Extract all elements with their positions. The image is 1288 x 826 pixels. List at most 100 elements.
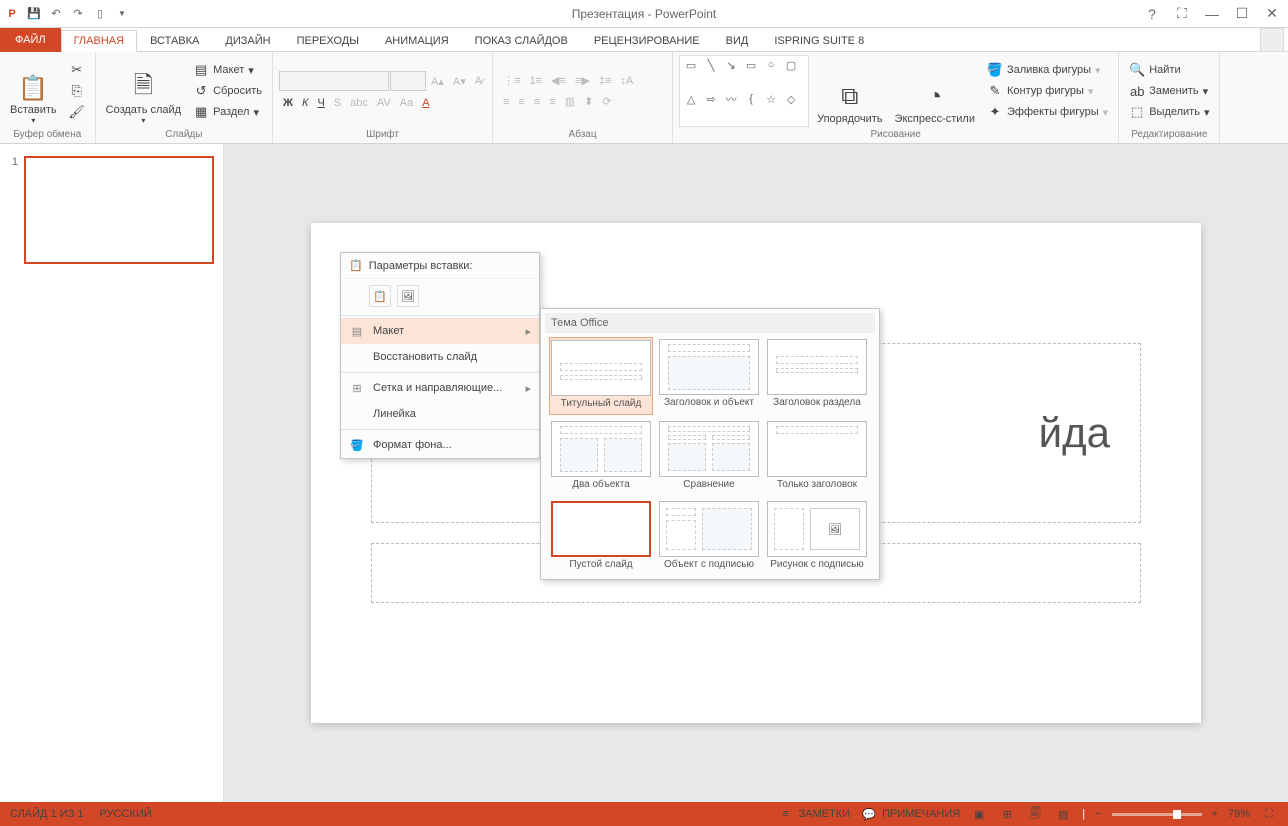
smartart-button[interactable]: ⟳ [598,93,615,110]
shape-callout-icon[interactable]: ◇ [782,92,800,106]
save-icon[interactable]: 💾 [26,6,42,22]
redo-icon[interactable]: ↷ [70,6,86,22]
maximize-icon[interactable]: ☐ [1232,4,1252,24]
layout-section-header[interactable]: Заголовок раздела [765,337,869,415]
shape-triangle-icon[interactable]: △ [682,92,700,106]
tab-review[interactable]: РЕЦЕНЗИРОВАНИЕ [581,30,713,52]
quick-styles-button[interactable]: ◔ Экспресс-стили [891,55,979,127]
layout-comparison[interactable]: Сравнение [657,419,761,495]
strikethrough-button[interactable]: S [330,95,345,111]
restore-slide-menu-item[interactable]: Восстановить слайд [341,344,539,370]
format-painter-button[interactable]: 🖌 [65,102,89,122]
layout-two-content[interactable]: Два объекта [549,419,653,495]
numbering-button[interactable]: 1≡ [526,72,547,89]
shapes-gallery[interactable]: ▭ ╲ ↘ ▭ ○ ▢ △ ⇨ 〰 { ☆ ◇ [679,55,809,127]
shape-rounded-icon[interactable]: ▢ [782,58,800,72]
decrease-font-button[interactable]: A▾ [449,71,470,91]
bold-button[interactable]: Ж [279,95,297,111]
increase-indent-button[interactable]: ≡▶ [571,72,594,89]
layout-content-caption[interactable]: Объект с подписью [657,499,761,575]
sorter-view-icon[interactable]: ⊞ [998,805,1016,823]
tab-file[interactable]: ФАЙЛ [0,28,61,52]
fit-to-window-icon[interactable]: ⛶ [1260,805,1278,823]
decrease-indent-button[interactable]: ◀≡ [547,72,570,89]
qat-dropdown-icon[interactable]: ▼ [114,6,130,22]
layout-button[interactable]: ▤Макет▾ [189,60,266,80]
slideshow-view-icon[interactable]: ▤ [1054,805,1072,823]
tab-view[interactable]: ВИД [713,30,762,52]
shape-textbox-icon[interactable]: ▭ [682,58,700,72]
change-case-button[interactable]: Aa [396,95,417,111]
zoom-slider[interactable] [1112,813,1202,816]
underline-button[interactable]: Ч [313,95,328,111]
find-button[interactable]: 🔍Найти [1125,60,1213,80]
columns-button[interactable]: ▥ [561,93,579,110]
paste-picture-button[interactable]: 🖼 [397,285,419,307]
font-size-combo[interactable] [390,71,426,91]
layout-blank[interactable]: Пустой слайд [549,499,653,575]
shape-oval-icon[interactable]: ○ [762,58,780,72]
new-slide-button[interactable]: 🗎 Создать слайд ▾ [102,55,185,127]
format-background-menu-item[interactable]: 🪣 Формат фона... [341,432,539,458]
layout-title-content[interactable]: Заголовок и объект [657,337,761,415]
layout-title-only[interactable]: Только заголовок [765,419,869,495]
shape-line-icon[interactable]: ╲ [702,58,720,72]
shape-fill-button[interactable]: 🪣Заливка фигуры▾ [983,60,1112,80]
layout-title-slide[interactable]: Титульный слайд [549,337,653,415]
tab-animations[interactable]: АНИМАЦИЯ [372,30,462,52]
tab-insert[interactable]: ВСТАВКА [137,30,212,52]
shadow-button[interactable]: abc [346,95,372,111]
font-color-button[interactable]: A [418,95,433,111]
zoom-level[interactable]: 79% [1228,808,1250,820]
user-avatar[interactable] [1260,28,1284,52]
clear-formatting-button[interactable]: A̷ [471,71,486,91]
slide-indicator[interactable]: СЛАЙД 1 ИЗ 1 [10,808,83,820]
section-button[interactable]: ▦Раздел▾ [189,102,266,122]
tab-home[interactable]: ГЛАВНАЯ [61,30,137,52]
undo-icon[interactable]: ↶ [48,6,64,22]
char-spacing-button[interactable]: AV [373,95,395,111]
shape-curve-icon[interactable]: 〰 [722,92,740,106]
ribbon-display-icon[interactable]: ⛶ [1172,4,1192,24]
copy-button[interactable]: ⎘ [65,81,89,101]
shape-outline-button[interactable]: ✎Контур фигуры▾ [983,81,1112,101]
shape-star-icon[interactable]: ☆ [762,92,780,106]
tab-slideshow[interactable]: ПОКАЗ СЛАЙДОВ [462,30,581,52]
replace-button[interactable]: abЗаменить▾ [1125,81,1213,101]
justify-button[interactable]: ≡ [545,93,559,110]
paste-keep-source-button[interactable]: 📋 [369,285,391,307]
cut-button[interactable]: ✂ [65,60,89,80]
notes-button[interactable]: ≡ЗАМЕТКИ [777,805,851,823]
shape-effects-button[interactable]: ✦Эффекты фигуры▾ [983,102,1112,122]
language-indicator[interactable]: РУССКИЙ [99,808,151,820]
shape-brace-icon[interactable]: { [742,92,760,106]
shape-rarrow-icon[interactable]: ⇨ [702,92,720,106]
shape-rectangle-icon[interactable]: ▭ [742,58,760,72]
layout-picture-caption[interactable]: 🖼 Рисунок с подписью [765,499,869,575]
select-button[interactable]: ⬚Выделить▾ [1125,102,1213,122]
align-text-button[interactable]: ⬍ [580,93,597,110]
arrange-button[interactable]: ⧉ Упорядочить [813,55,886,127]
reset-button[interactable]: ↺Сбросить [189,81,266,101]
layout-menu-item[interactable]: ▤ Макет ▸ [341,318,539,344]
align-right-button[interactable]: ≡ [530,93,544,110]
thumbnail-1[interactable]: 1 [8,156,215,264]
tab-design[interactable]: ДИЗАЙН [212,30,283,52]
zoom-in-button[interactable]: + [1212,808,1218,820]
tab-ispring[interactable]: ISPRING SUITE 8 [761,30,877,52]
align-left-button[interactable]: ≡ [499,93,513,110]
text-direction-button[interactable]: ↕A [616,72,637,89]
normal-view-icon[interactable]: ▣ [970,805,988,823]
line-spacing-button[interactable]: ‡≡ [595,72,616,89]
comments-button[interactable]: 💬ПРИМЕЧАНИЯ [860,805,960,823]
start-from-beginning-icon[interactable]: ▯ [92,6,108,22]
minimize-icon[interactable]: — [1202,4,1222,24]
ruler-menu-item[interactable]: Линейка [341,401,539,427]
close-icon[interactable]: ✕ [1262,4,1282,24]
increase-font-button[interactable]: A▴ [427,71,448,91]
shape-arrow-icon[interactable]: ↘ [722,58,740,72]
zoom-out-button[interactable]: − [1095,808,1101,820]
font-family-combo[interactable] [279,71,389,91]
tab-transitions[interactable]: ПЕРЕХОДЫ [284,30,372,52]
italic-button[interactable]: К [298,95,312,111]
